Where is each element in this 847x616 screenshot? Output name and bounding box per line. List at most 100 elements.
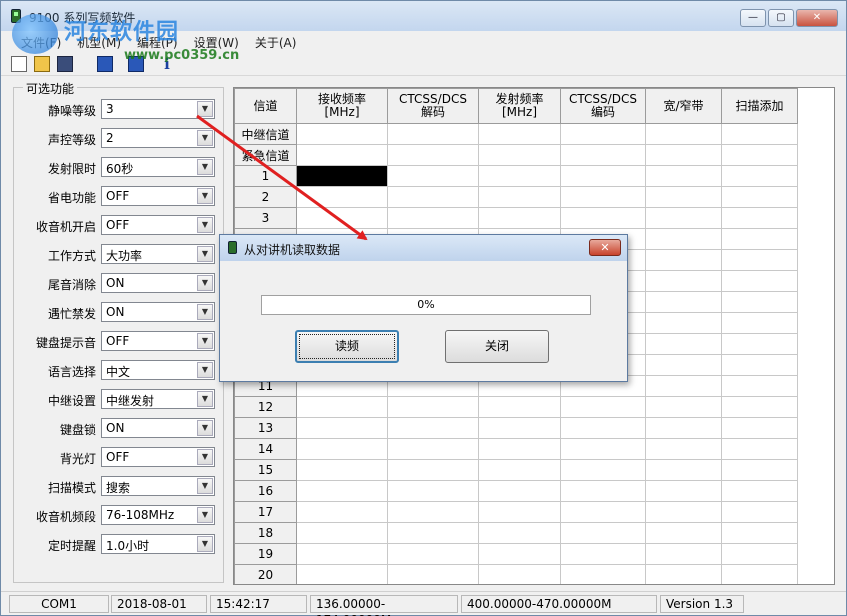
- grid-cell[interactable]: [645, 396, 722, 418]
- grid-cell[interactable]: [645, 417, 722, 439]
- table-row[interactable]: 2: [234, 186, 798, 208]
- grid-cell[interactable]: [645, 543, 722, 565]
- grid-cell[interactable]: [560, 459, 646, 481]
- option-select[interactable]: 76-108MHz ▼: [101, 505, 215, 525]
- grid-cell[interactable]: [296, 543, 388, 565]
- grid-cell[interactable]: [645, 375, 722, 397]
- grid-cell[interactable]: [478, 459, 561, 481]
- menu-item[interactable]: 编程(P): [129, 32, 186, 51]
- chevron-down-icon[interactable]: ▼: [197, 449, 213, 465]
- grid-cell[interactable]: [645, 564, 722, 584]
- grid-cell[interactable]: [645, 165, 722, 187]
- table-row[interactable]: 紧急信道: [234, 144, 798, 166]
- grid-cell[interactable]: [296, 186, 388, 208]
- grid-cell[interactable]: [387, 480, 479, 502]
- grid-cell[interactable]: [721, 459, 798, 481]
- option-select[interactable]: 2 ▼: [101, 128, 215, 148]
- grid-cell[interactable]: [296, 501, 388, 523]
- save-icon[interactable]: [57, 56, 73, 72]
- grid-cell[interactable]: [645, 207, 722, 229]
- chevron-down-icon[interactable]: ▼: [197, 246, 213, 262]
- column-header[interactable]: 扫描添加: [721, 88, 798, 124]
- menu-item[interactable]: 机型(M): [69, 32, 129, 51]
- table-row[interactable]: 15: [234, 459, 798, 481]
- grid-cell[interactable]: [721, 228, 798, 250]
- grid-cell[interactable]: [645, 144, 722, 166]
- grid-cell[interactable]: [645, 228, 722, 250]
- grid-cell[interactable]: [645, 312, 722, 334]
- option-select[interactable]: OFF ▼: [101, 215, 215, 235]
- grid-cell[interactable]: [387, 123, 479, 145]
- grid-cell[interactable]: [296, 417, 388, 439]
- grid-cell[interactable]: [387, 522, 479, 544]
- option-select[interactable]: 60秒 ▼: [101, 157, 215, 177]
- grid-cell[interactable]: [721, 270, 798, 292]
- grid-cell[interactable]: [721, 144, 798, 166]
- grid-cell[interactable]: [296, 207, 388, 229]
- write-radio-icon[interactable]: [128, 56, 144, 72]
- column-header[interactable]: 宽/窄带: [645, 88, 722, 124]
- grid-cell[interactable]: [387, 459, 479, 481]
- chevron-down-icon[interactable]: ▼: [197, 217, 213, 233]
- option-select[interactable]: 中继发射 ▼: [101, 389, 215, 409]
- row-header[interactable]: 19: [234, 543, 297, 565]
- grid-cell[interactable]: [721, 543, 798, 565]
- grid-cell[interactable]: [645, 501, 722, 523]
- grid-cell[interactable]: [478, 123, 561, 145]
- grid-cell[interactable]: [387, 207, 479, 229]
- grid-cell[interactable]: [387, 396, 479, 418]
- grid-cell[interactable]: [387, 543, 479, 565]
- grid-cell[interactable]: [387, 186, 479, 208]
- row-header[interactable]: 3: [234, 207, 297, 229]
- grid-cell[interactable]: [560, 207, 646, 229]
- grid-cell[interactable]: [560, 144, 646, 166]
- table-row[interactable]: 13: [234, 417, 798, 439]
- grid-cell[interactable]: [478, 186, 561, 208]
- table-row[interactable]: 20: [234, 564, 798, 584]
- option-select[interactable]: 3 ▼: [101, 99, 215, 119]
- grid-cell[interactable]: [387, 564, 479, 584]
- option-select[interactable]: 中文 ▼: [101, 360, 215, 380]
- grid-cell[interactable]: [645, 186, 722, 208]
- grid-cell[interactable]: [296, 480, 388, 502]
- row-header[interactable]: 17: [234, 501, 297, 523]
- grid-cell[interactable]: [560, 123, 646, 145]
- grid-cell[interactable]: [645, 480, 722, 502]
- grid-cell[interactable]: [721, 207, 798, 229]
- grid-cell[interactable]: [645, 522, 722, 544]
- grid-cell[interactable]: [296, 459, 388, 481]
- table-row[interactable]: 16: [234, 480, 798, 502]
- grid-cell[interactable]: [296, 165, 388, 187]
- chevron-down-icon[interactable]: ▼: [197, 188, 213, 204]
- grid-cell[interactable]: [721, 480, 798, 502]
- grid-cell[interactable]: [560, 564, 646, 584]
- minimize-button[interactable]: —: [740, 9, 766, 27]
- chevron-down-icon[interactable]: ▼: [197, 304, 213, 320]
- grid-cell[interactable]: [721, 564, 798, 584]
- grid-cell[interactable]: [478, 165, 561, 187]
- row-header[interactable]: 20: [234, 564, 297, 584]
- grid-cell[interactable]: [296, 123, 388, 145]
- table-row[interactable]: 12: [234, 396, 798, 418]
- option-select[interactable]: OFF ▼: [101, 186, 215, 206]
- grid-cell[interactable]: [721, 333, 798, 355]
- column-header[interactable]: 信道: [234, 88, 297, 124]
- column-header[interactable]: CTCSS/DCS 解码: [387, 88, 479, 124]
- grid-cell[interactable]: [721, 438, 798, 460]
- grid-cell[interactable]: [645, 270, 722, 292]
- option-select[interactable]: 大功率 ▼: [101, 244, 215, 264]
- row-header[interactable]: 13: [234, 417, 297, 439]
- grid-cell[interactable]: [721, 312, 798, 334]
- grid-cell[interactable]: [478, 543, 561, 565]
- grid-cell[interactable]: [721, 249, 798, 271]
- dialog-close-button[interactable]: 关闭: [445, 330, 549, 363]
- info-icon[interactable]: i: [159, 56, 175, 72]
- row-header[interactable]: 18: [234, 522, 297, 544]
- grid-cell[interactable]: [387, 165, 479, 187]
- grid-cell[interactable]: [721, 375, 798, 397]
- grid-cell[interactable]: [560, 522, 646, 544]
- grid-cell[interactable]: [721, 165, 798, 187]
- menu-item[interactable]: 设置(W): [186, 32, 247, 51]
- option-select[interactable]: ON ▼: [101, 418, 215, 438]
- option-select[interactable]: 搜索 ▼: [101, 476, 215, 496]
